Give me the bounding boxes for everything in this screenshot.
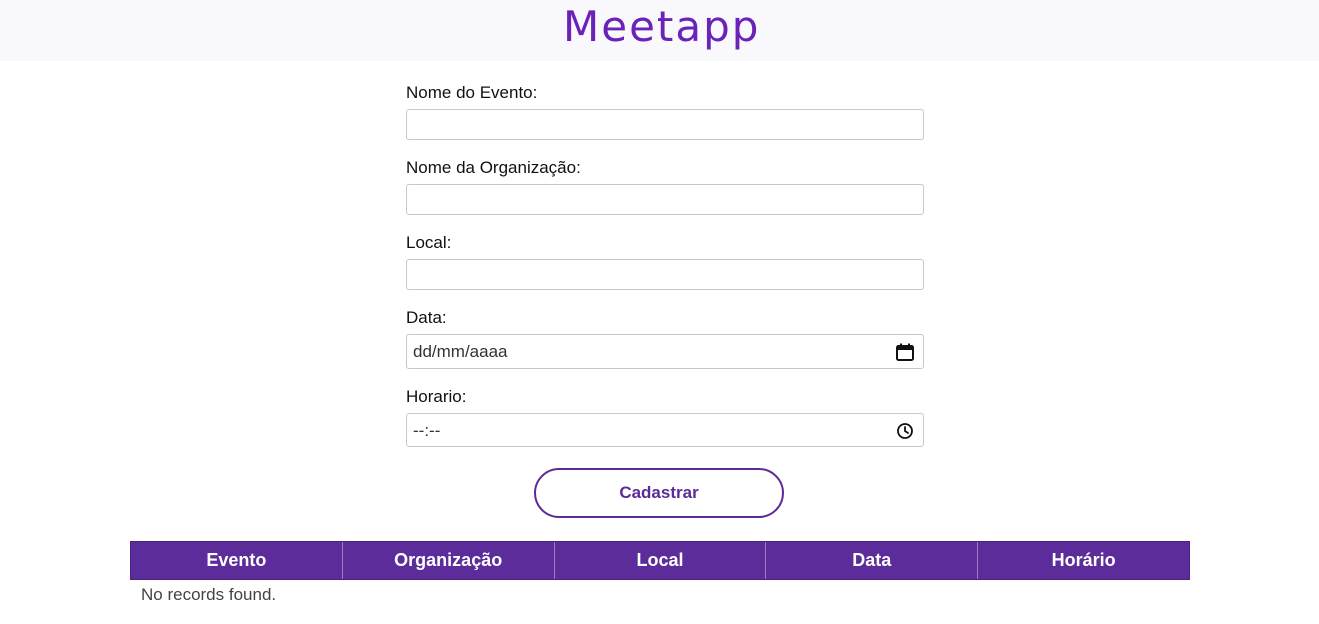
calendar-icon[interactable]: [895, 342, 915, 362]
organization-name-label: Nome da Organização:: [406, 158, 581, 177]
organization-name-input[interactable]: [406, 184, 924, 215]
empty-table-message: No records found.: [141, 585, 277, 604]
location-input[interactable]: [406, 259, 924, 290]
column-header-event[interactable]: Evento: [131, 542, 343, 579]
column-header-date[interactable]: Data: [766, 542, 979, 579]
date-input[interactable]: dd/mm/aaaa: [406, 334, 924, 369]
date-label: Data:: [406, 308, 447, 327]
table-header-row: Evento Organização Local Data Horário: [130, 541, 1190, 580]
time-value: --:--: [413, 421, 441, 440]
top-header: Meetapp: [0, 0, 1319, 61]
event-name-input[interactable]: [406, 109, 924, 140]
column-header-location[interactable]: Local: [555, 542, 767, 579]
events-table: Evento Organização Local Data Horário No…: [130, 541, 1190, 604]
clock-icon[interactable]: [895, 421, 915, 441]
logo-text: Meetapp: [563, 2, 761, 51]
event-name-label: Nome do Evento:: [406, 83, 538, 102]
time-input[interactable]: --:--: [406, 413, 924, 447]
app-logo: Meetapp: [563, 2, 760, 52]
date-value: dd/mm/aaaa: [413, 342, 508, 361]
submit-button[interactable]: Cadastrar: [534, 468, 784, 518]
column-header-organization[interactable]: Organização: [343, 542, 555, 579]
column-header-time[interactable]: Horário: [978, 542, 1189, 579]
time-label: Horario:: [406, 387, 467, 406]
location-label: Local:: [406, 233, 452, 252]
